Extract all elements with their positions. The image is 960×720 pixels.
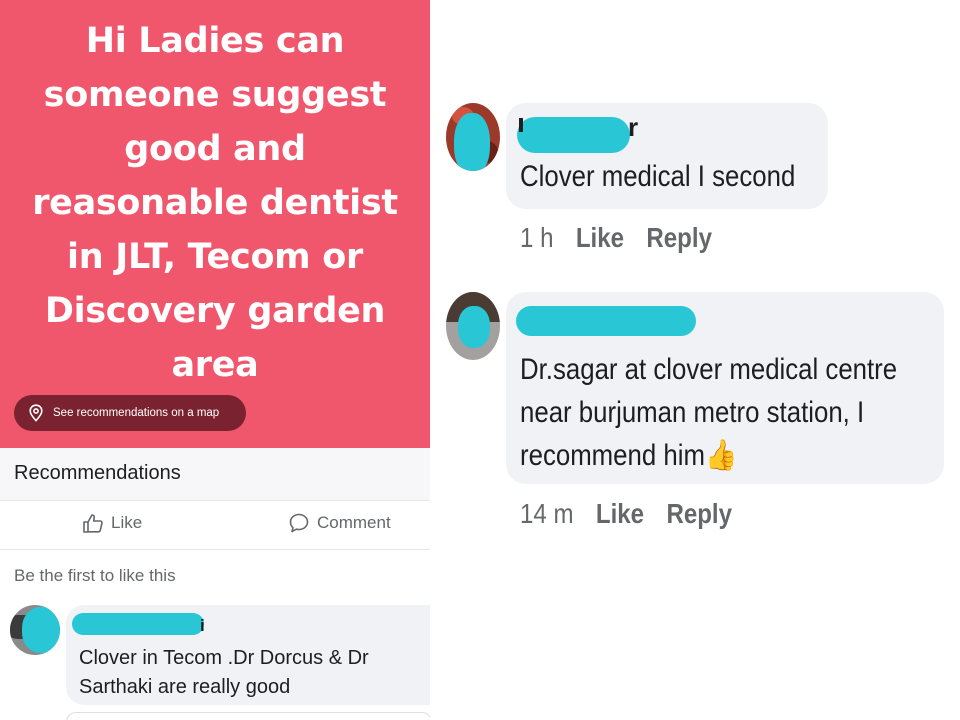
author-redaction — [517, 117, 630, 153]
avatar[interactable] — [10, 605, 60, 655]
redaction-mark — [458, 306, 490, 348]
divider — [0, 549, 430, 550]
comment-author[interactable]: i — [200, 616, 205, 636]
comment-label: Comment — [317, 513, 391, 532]
avatar[interactable] — [446, 103, 500, 171]
redaction-mark — [22, 607, 60, 653]
map-pin-icon — [29, 404, 43, 422]
post-card: Hi Ladies can someone suggest good and r… — [0, 0, 430, 448]
map-button-label: See recommendations on a map — [53, 407, 220, 419]
comment-icon — [289, 513, 309, 533]
avatar[interactable] — [446, 292, 500, 360]
see-recommendations-map-button[interactable]: See recommendations on a map — [14, 395, 246, 431]
author-redaction — [72, 613, 204, 635]
comment-text-line: near burjuman metro station, I — [520, 396, 865, 429]
recommendations-title: Recommendations — [14, 462, 181, 484]
comment-text-line: recommend him👍 — [520, 434, 897, 477]
like-label: Like — [111, 513, 143, 532]
first-like-text: Be the first to like this — [14, 566, 176, 585]
comment-text: Clover medical I second — [520, 160, 796, 193]
comment-text: Clover in Tecom .Dr Dorcus & Dr Sarthaki… — [79, 647, 369, 698]
comment-text: Dr.sagar at clover medical centre near b… — [520, 348, 897, 477]
comment-meta: 14 m Like Reply — [520, 498, 732, 530]
post-text: Hi Ladies can someone suggest good and r… — [32, 21, 398, 385]
comment-time[interactable]: 1 h — [520, 222, 553, 254]
comment-like-button[interactable]: Like — [596, 498, 644, 530]
comment-reply-button[interactable]: Reply — [646, 222, 712, 254]
like-button[interactable]: Like — [82, 512, 142, 534]
comment-time[interactable]: 14 m — [520, 498, 574, 530]
comment-text-line-end: recommend him — [520, 439, 705, 472]
reply-box[interactable] — [66, 712, 430, 720]
author-name-fragment — [519, 118, 523, 132]
comment-meta: 1 h Like Reply — [520, 222, 712, 254]
comment-text-line: Dr.sagar at clover medical centre — [520, 353, 898, 386]
post-panel: Hi Ladies can someone suggest good and r… — [0, 0, 430, 720]
comment-author[interactable]: r — [628, 112, 638, 143]
thumbs-up-icon — [83, 514, 103, 533]
comment-button[interactable]: Comment — [288, 512, 391, 534]
author-redaction — [516, 306, 696, 336]
divider — [0, 500, 430, 501]
comment-like-button[interactable]: Like — [576, 222, 624, 254]
redaction-mark — [454, 113, 490, 171]
thumbs-up-emoji: 👍 — [704, 439, 738, 472]
comment-reply-button[interactable]: Reply — [666, 498, 732, 530]
